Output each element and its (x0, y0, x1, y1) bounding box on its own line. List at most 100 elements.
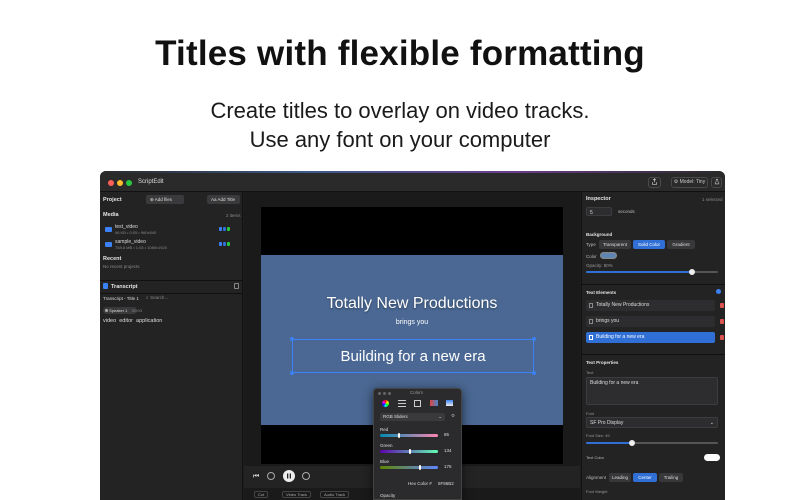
skip-back-icon[interactable]: ⏮ (253, 473, 259, 481)
inspector-panel: Inspector 1 selected 5 seconds Backgroun… (581, 192, 725, 500)
align-trailing[interactable]: Trailing (659, 473, 683, 482)
colors-close-button[interactable] (378, 392, 381, 395)
media-item[interactable]: sample_video 758.6 MB • 1:03 • 1080x1920 (103, 239, 239, 253)
resize-handle[interactable] (290, 371, 294, 375)
text-element-icon (589, 319, 593, 324)
transcript-word[interactable]: video (103, 318, 116, 324)
gear-icon: ⚙ (673, 179, 679, 185)
model-label: Model: Tiny (679, 179, 706, 185)
add-element-icon[interactable] (716, 289, 721, 294)
video-camera-icon (105, 242, 112, 247)
share-button[interactable] (711, 177, 722, 188)
media-count: 2 items (226, 213, 241, 218)
hex-input[interactable]: 5F86B2 (438, 481, 454, 486)
text-label: Text (586, 370, 594, 375)
type-gradient[interactable]: Gradient (667, 240, 695, 249)
opacity-label: Opacity (380, 493, 396, 498)
color-mode-select[interactable]: RGB Sliders ⌄ (380, 413, 445, 421)
chevron-down-icon: ⌄ (438, 414, 442, 419)
resize-handle[interactable] (532, 337, 536, 341)
blue-knob[interactable] (419, 465, 422, 470)
lock-icon[interactable] (234, 283, 239, 289)
font-size-fill (586, 442, 633, 444)
sliders-icon[interactable] (398, 400, 406, 407)
hero-title: Titles with flexible formatting (155, 34, 645, 73)
video-track-button[interactable]: Video Track (282, 491, 312, 498)
title-element-1[interactable]: Totally New Productions (261, 295, 563, 313)
zoom-window-button[interactable] (126, 180, 132, 186)
export-icon (652, 178, 657, 185)
divider (100, 293, 243, 294)
add-files-button[interactable]: ⊕ Add files (146, 195, 184, 204)
colors-minimize-button[interactable] (383, 392, 386, 395)
transcript-search[interactable]: ⌕ Search... (146, 295, 238, 302)
font-weight-label: Font Weight (586, 489, 608, 494)
font-size-knob[interactable] (629, 440, 636, 446)
resize-handle[interactable] (532, 371, 536, 375)
blue-value[interactable]: 176 (444, 464, 452, 469)
export-button[interactable] (648, 177, 661, 188)
transcript-word[interactable]: editor (119, 318, 133, 324)
project-heading: Project (103, 197, 122, 203)
transcript-words: video editor application (103, 318, 162, 324)
forward-icon[interactable] (302, 472, 310, 480)
hero-subtitle: Create titles to overlay on video tracks… (0, 96, 800, 154)
align-center[interactable]: Center (633, 473, 657, 482)
search-icon: ⌕ (146, 295, 149, 300)
font-label: Font (586, 411, 595, 416)
green-value[interactable]: 134 (444, 448, 452, 453)
trash-icon[interactable] (720, 319, 724, 324)
transcript-time: 00:03 (132, 308, 143, 313)
divider (100, 280, 243, 281)
green-slider[interactable] (380, 449, 438, 454)
pencils-icon[interactable] (446, 400, 453, 406)
alignment-label: Alignment (586, 475, 607, 480)
color-wheel-icon[interactable] (382, 400, 389, 407)
color-label: Color (586, 254, 597, 259)
gear-icon[interactable]: ⚙ (451, 413, 455, 419)
rewind-icon[interactable] (267, 472, 275, 480)
add-files-label: Add files (154, 197, 173, 202)
type-transparent[interactable]: Transparent (599, 240, 631, 249)
resize-handle[interactable] (290, 337, 294, 341)
palettes-icon[interactable] (414, 400, 421, 407)
model-button[interactable]: ⚙ Model: Tiny (671, 177, 708, 188)
red-value[interactable]: 85 (444, 432, 449, 437)
cut-button[interactable]: Cut (254, 491, 269, 498)
close-window-button[interactable] (108, 180, 114, 186)
duration-input[interactable]: 5 (586, 207, 612, 216)
selected-title-box[interactable]: Building for a new era (290, 337, 536, 375)
text-element-row[interactable]: Totally New Productions (586, 300, 724, 311)
align-leading[interactable]: Leading (609, 473, 631, 482)
red-knob[interactable] (398, 433, 401, 438)
red-slider[interactable] (380, 433, 438, 438)
blue-slider[interactable] (380, 465, 438, 470)
text-color-swatch[interactable] (704, 454, 720, 461)
duration-unit: seconds (618, 209, 635, 214)
play-pause-button[interactable] (283, 470, 295, 482)
image-palettes-icon[interactable] (430, 400, 438, 406)
background-color-swatch[interactable] (600, 252, 617, 259)
font-select[interactable]: SF Pro Display ⌄ (586, 417, 718, 428)
document-icon (103, 283, 108, 289)
font-size-slider[interactable] (586, 440, 718, 446)
opacity-slider[interactable] (586, 269, 718, 275)
text-element-row[interactable]: brings you (586, 316, 724, 327)
text-element-icon (589, 335, 593, 340)
transcript-heading: Transcript (111, 284, 138, 290)
text-input[interactable]: Building for a new era (586, 377, 718, 405)
audio-track-button[interactable]: Audio Track (320, 491, 350, 498)
add-title-button[interactable]: Aa Add Title (207, 195, 240, 204)
title-element-2[interactable]: brings you (261, 319, 563, 326)
text-element-row-selected[interactable]: Building for a new era (586, 332, 724, 343)
opacity-knob[interactable] (688, 269, 695, 275)
text-icon: Aa (211, 197, 217, 202)
colors-zoom-button[interactable] (388, 392, 391, 395)
type-solid-color[interactable]: Solid Color (633, 240, 665, 249)
green-knob[interactable] (409, 449, 412, 454)
transcript-word[interactable]: application (136, 318, 162, 324)
trash-icon[interactable] (720, 335, 724, 340)
minimize-window-button[interactable] (117, 180, 123, 186)
trash-icon[interactable] (720, 303, 724, 308)
media-item[interactable]: test_video 96 KB • 0:05 • 960x540 (103, 224, 239, 238)
